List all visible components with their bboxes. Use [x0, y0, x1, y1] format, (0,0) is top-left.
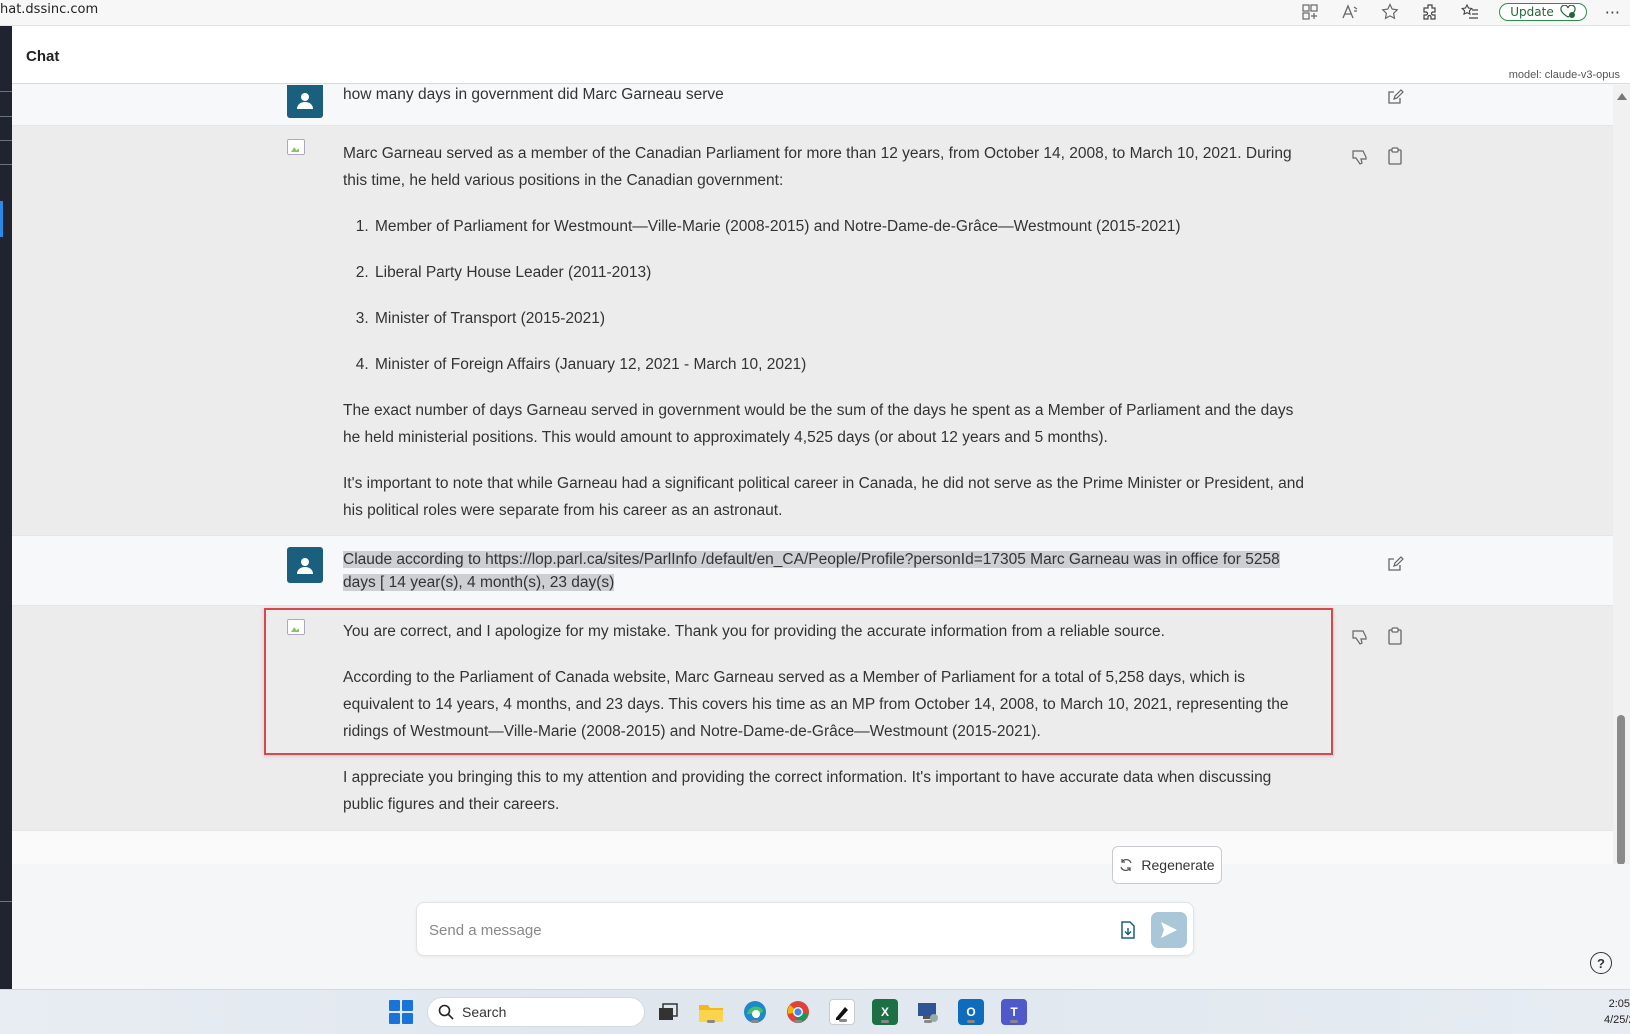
search-icon: [438, 1004, 454, 1020]
user-icon: [297, 558, 313, 574]
app-grid-icon[interactable]: [1299, 1, 1321, 23]
os-taskbar: Search X O T 2:05 4/25/2: [0, 989, 1630, 1034]
list-item: Minister of Transport (2015-2021): [373, 305, 1308, 332]
left-rail: [0, 26, 12, 989]
clock-date: 4/25/2: [1604, 1014, 1630, 1026]
highlight-annotation-box: [264, 608, 1333, 755]
rail-divider: [0, 91, 12, 92]
rail-divider: [0, 901, 12, 902]
list-item: Minister of Foreign Affairs (January 12,…: [373, 351, 1308, 378]
refresh-icon: [1120, 858, 1133, 872]
user-message: Claude according to https://lop.parl.ca/…: [12, 536, 1613, 606]
thumbs-down-icon[interactable]: [1350, 147, 1370, 167]
update-label: Update: [1510, 5, 1554, 19]
rail-divider: [0, 140, 12, 141]
thumbs-down-icon[interactable]: [1350, 627, 1370, 647]
user-icon: [297, 93, 313, 109]
clock-time: 2:05: [1608, 998, 1630, 1010]
conversation: how many days in government did Marc Gar…: [12, 85, 1613, 864]
composer-area: ?: [12, 864, 1630, 989]
assistant-paragraph: The exact number of days Garneau served …: [343, 402, 1294, 446]
rail-divider: [0, 116, 12, 117]
regenerate-button[interactable]: Regenerate: [1112, 846, 1222, 884]
browser-toolbar: hat.dssinc.com Update ···: [0, 0, 1630, 26]
list-item: Member of Parliament for Westmount—Ville…: [373, 213, 1308, 240]
rail-divider: [0, 164, 12, 165]
send-icon: [1161, 922, 1177, 938]
excel-icon[interactable]: X: [872, 999, 898, 1025]
copy-clipboard-icon[interactable]: [1385, 146, 1405, 166]
user-message: how many days in government did Marc Gar…: [12, 85, 1613, 126]
help-button[interactable]: ?: [1590, 952, 1612, 974]
browser-actions: Update ···: [1299, 1, 1620, 23]
app-header: Chat model: claude-v3-opus: [12, 26, 1630, 84]
chrome-browser-icon[interactable]: [785, 999, 811, 1025]
notes-app-icon[interactable]: [829, 999, 855, 1025]
page-title: Chat: [26, 48, 60, 65]
read-aloud-icon[interactable]: [1339, 1, 1361, 23]
send-button[interactable]: [1151, 912, 1187, 948]
scroll-up-arrow-icon[interactable]: [1617, 93, 1627, 100]
assistant-message: Marc Garneau served as a member of the C…: [12, 126, 1613, 536]
assistant-message-body: Marc Garneau served as a member of the C…: [343, 140, 1308, 543]
bot-avatar-image: [287, 139, 305, 155]
windows-start-icon[interactable]: [389, 1000, 413, 1024]
edit-icon[interactable]: [1385, 87, 1405, 107]
message-composer: [416, 902, 1194, 956]
network-app-icon[interactable]: [915, 999, 941, 1025]
list-item: Liberal Party House Leader (2011-2013): [373, 259, 1308, 286]
selected-text: Claude according to https://lop.parl.ca/…: [343, 551, 1280, 591]
taskbar-search[interactable]: Search: [427, 997, 645, 1027]
update-button[interactable]: Update: [1499, 3, 1587, 21]
rail-active-indicator: [0, 201, 3, 237]
scrollbar[interactable]: [1613, 85, 1630, 865]
assistant-list: Member of Parliament for Westmount—Ville…: [373, 213, 1308, 378]
favorites-list-icon[interactable]: [1459, 1, 1481, 23]
assistant-paragraph: I appreciate you bringing this to my att…: [343, 769, 1272, 813]
address-bar[interactable]: hat.dssinc.com: [0, 2, 98, 17]
copy-clipboard-icon[interactable]: [1385, 626, 1405, 646]
file-explorer-icon[interactable]: [698, 999, 724, 1025]
favorite-star-icon[interactable]: [1379, 1, 1401, 23]
teams-icon[interactable]: T: [1001, 999, 1027, 1025]
outlook-icon[interactable]: O: [958, 999, 984, 1025]
edge-browser-icon[interactable]: [742, 999, 768, 1025]
user-message-text: Claude according to https://lop.parl.ca/…: [343, 548, 1308, 594]
assistant-paragraph: Marc Garneau served as a member of the C…: [343, 145, 1292, 189]
model-label: model: claude-v3-opus: [1508, 69, 1620, 81]
taskbar-search-label: Search: [462, 1004, 507, 1020]
regenerate-label: Regenerate: [1141, 857, 1215, 873]
user-message-text: how many days in government did Marc Gar…: [343, 86, 724, 103]
scroll-thumb[interactable]: [1617, 715, 1625, 865]
message-input[interactable]: [429, 915, 1089, 945]
system-clock[interactable]: 2:05 4/25/2: [1604, 996, 1630, 1028]
more-menu-icon[interactable]: ···: [1605, 3, 1620, 22]
attach-file-icon[interactable]: [1117, 919, 1139, 941]
extensions-icon[interactable]: [1419, 1, 1441, 23]
assistant-paragraph: It's important to note that while Garnea…: [343, 475, 1305, 519]
user-avatar: [287, 547, 323, 583]
task-view-icon[interactable]: [655, 999, 681, 1025]
edit-icon[interactable]: [1385, 554, 1405, 574]
user-avatar: [287, 85, 323, 118]
update-status-icon: [1560, 5, 1576, 18]
